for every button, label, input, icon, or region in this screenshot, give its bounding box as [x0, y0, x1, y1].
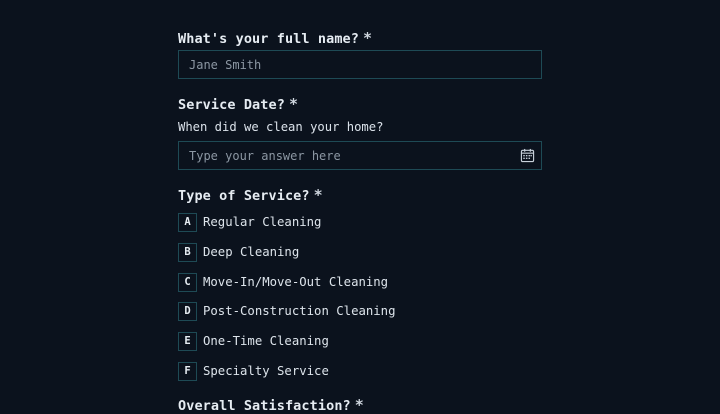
option-move-in-out-cleaning[interactable]: C Move-In/Move-Out Cleaning: [178, 272, 388, 292]
option-label: Deep Cleaning: [203, 245, 300, 259]
option-label: One-Time Cleaning: [203, 334, 329, 348]
required-asterisk: *: [354, 396, 364, 414]
question-service-type-title: Type of Service? *: [178, 186, 323, 204]
required-asterisk: *: [288, 95, 299, 113]
question-name-title: What's your full name? *: [178, 29, 372, 47]
question-date-label: Service Date?: [178, 97, 285, 113]
question-date-title: Service Date? *: [178, 95, 298, 113]
question-satisfaction-label: Overall Satisfaction?: [178, 398, 351, 414]
required-asterisk: *: [363, 29, 373, 47]
service-date-input[interactable]: [178, 141, 542, 170]
option-label: Specialty Service: [203, 364, 329, 378]
option-specialty-service[interactable]: F Specialty Service: [178, 361, 329, 381]
option-key: F: [178, 361, 197, 381]
option-regular-cleaning[interactable]: A Regular Cleaning: [178, 212, 321, 232]
option-key: A: [178, 212, 197, 232]
question-date-subtitle: When did we clean your home?: [178, 120, 384, 134]
full-name-input[interactable]: [178, 50, 542, 79]
option-key: B: [178, 242, 197, 262]
option-key: E: [178, 331, 197, 351]
question-satisfaction-title: Overall Satisfaction? *: [178, 396, 364, 414]
option-deep-cleaning[interactable]: B Deep Cleaning: [178, 242, 299, 262]
service-date-field: [178, 141, 542, 170]
calendar-icon[interactable]: [520, 148, 535, 163]
option-label: Regular Cleaning: [203, 215, 322, 229]
option-post-construction-cleaning[interactable]: D Post-Construction Cleaning: [178, 301, 396, 321]
option-key: D: [178, 301, 197, 321]
option-label: Move-In/Move-Out Cleaning: [203, 275, 389, 289]
option-label: Post-Construction Cleaning: [203, 304, 396, 318]
option-key: C: [178, 272, 197, 292]
option-one-time-cleaning[interactable]: E One-Time Cleaning: [178, 331, 329, 351]
required-asterisk: *: [313, 186, 323, 204]
question-service-type-label: Type of Service?: [178, 188, 310, 204]
question-name-label: What's your full name?: [178, 31, 360, 47]
